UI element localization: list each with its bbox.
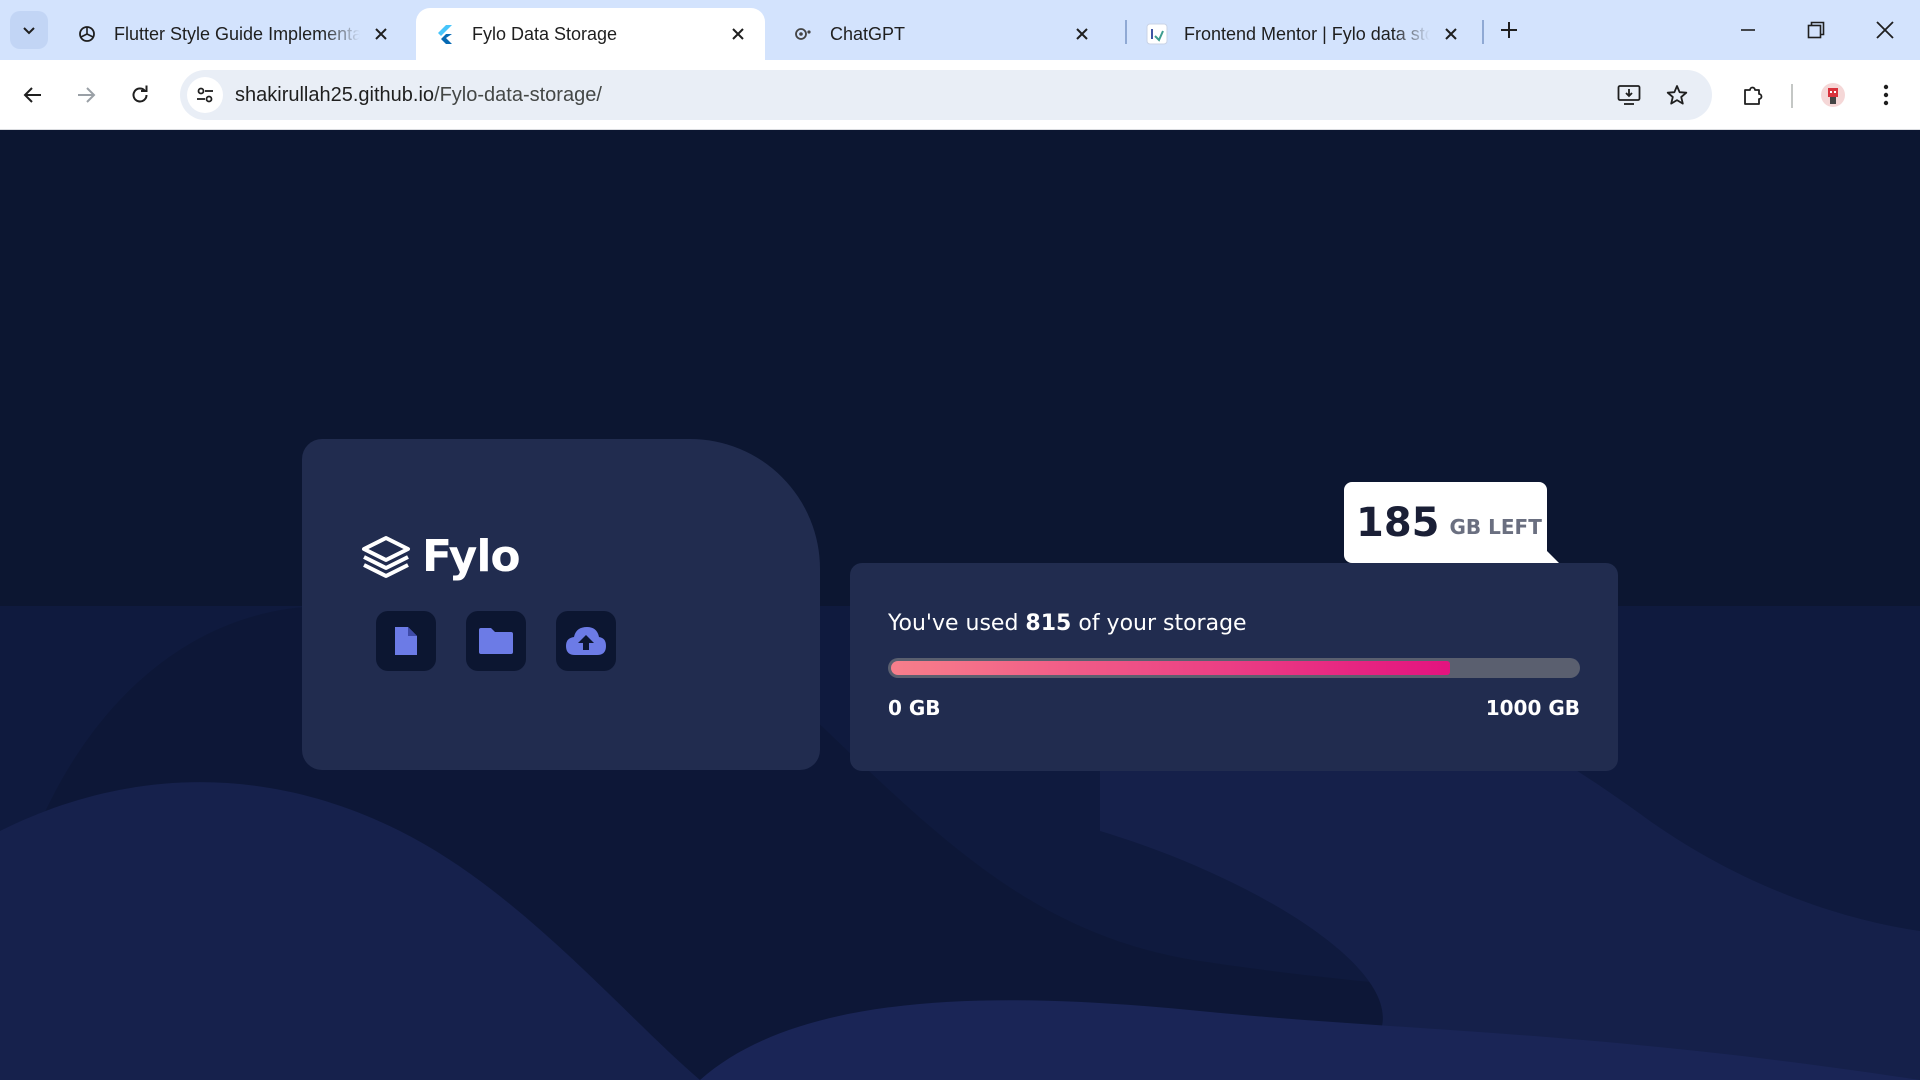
openai-icon <box>76 23 98 45</box>
url-host: shakirullah25.github.io <box>235 83 435 106</box>
install-icon <box>1617 85 1641 105</box>
storage-text-prefix: You've used <box>888 611 1026 636</box>
document-button[interactable] <box>376 611 436 671</box>
profile-avatar[interactable] <box>1815 77 1851 113</box>
frontend-mentor-icon <box>1146 23 1168 45</box>
close-icon[interactable] <box>1069 21 1095 47</box>
storage-max-label: 1000 GB <box>1485 696 1580 720</box>
new-tab-button[interactable] <box>1493 14 1525 46</box>
badge-tail <box>1547 551 1559 563</box>
back-button[interactable] <box>15 77 51 113</box>
brand-card: Fylo <box>302 439 820 770</box>
url-path: /Fylo-data-storage/ <box>434 83 602 106</box>
tab-title: Fylo Data Storage <box>472 23 618 44</box>
folder-icon <box>479 628 513 654</box>
storage-progress-fill <box>891 661 1450 675</box>
arrow-left-icon <box>23 87 41 103</box>
browser-menu-button[interactable] <box>1868 77 1904 113</box>
upload-button[interactable] <box>556 611 616 671</box>
flutter-icon <box>434 23 456 45</box>
tab-title: Frontend Mentor | Fylo data sto <box>1184 23 1430 44</box>
tab-title: Flutter Style Guide Implementat <box>114 23 360 44</box>
more-vertical-icon <box>1883 84 1889 106</box>
address-bar[interactable]: shakirullah25.github.io/Fylo-data-storag… <box>180 70 1712 120</box>
restore-icon <box>1807 21 1825 39</box>
tab-chatgpt[interactable]: ChatGPT <box>774 8 1109 60</box>
tab-separator <box>1482 20 1484 44</box>
document-icon <box>395 627 417 655</box>
storage-min-label: 0 GB <box>888 696 941 720</box>
upload-icon <box>566 627 606 655</box>
close-window-button[interactable] <box>1857 6 1913 54</box>
arrow-right-icon <box>78 87 96 103</box>
tab-search-button[interactable] <box>10 11 48 49</box>
fylo-page: Fylo 185 GB LEFT You've used 815 of your… <box>0 131 1920 1080</box>
storage-left-value: 185 <box>1356 499 1440 546</box>
install-app-button[interactable] <box>1611 77 1647 113</box>
folder-button[interactable] <box>466 611 526 671</box>
storage-card: You've used 815 of your storage 0 GB 100… <box>850 563 1618 771</box>
storage-left-badge: 185 GB LEFT <box>1344 482 1547 563</box>
toolbar-separator <box>1791 84 1793 108</box>
storage-text-suffix: of your storage <box>1071 611 1247 636</box>
chevron-down-icon <box>23 27 35 35</box>
close-icon[interactable] <box>725 21 751 47</box>
reload-icon <box>132 85 148 103</box>
browser-toolbar: shakirullah25.github.io/Fylo-data-storag… <box>0 60 1920 130</box>
storage-progress-bar <box>888 658 1580 678</box>
plus-icon <box>1501 22 1517 38</box>
storage-used-text: You've used 815 of your storage <box>888 611 1247 636</box>
avatar-icon <box>1821 83 1845 107</box>
browser-tab-bar: Flutter Style Guide Implementat Fylo Dat… <box>0 0 1920 60</box>
tab-title: ChatGPT <box>830 23 906 44</box>
restore-button[interactable] <box>1788 6 1844 54</box>
close-icon[interactable] <box>368 21 394 47</box>
extensions-button[interactable] <box>1735 77 1771 113</box>
tab-frontend-mentor[interactable]: Frontend Mentor | Fylo data sto <box>1128 8 1478 60</box>
tab-flutter-guide[interactable]: Flutter Style Guide Implementat <box>58 8 408 60</box>
fylo-logo-icon <box>362 535 410 578</box>
brand-name: Fylo <box>422 531 521 582</box>
forward-button[interactable] <box>68 77 104 113</box>
bookmark-button[interactable] <box>1659 77 1695 113</box>
star-icon <box>1666 85 1688 105</box>
tab-fylo-data-storage[interactable]: Fylo Data Storage <box>416 8 765 60</box>
storage-used-value: 815 <box>1025 611 1072 636</box>
reload-button[interactable] <box>122 77 158 113</box>
close-icon[interactable] <box>1438 21 1464 47</box>
puzzle-icon <box>1744 86 1763 105</box>
minimize-button[interactable] <box>1720 6 1776 54</box>
chatgpt-icon <box>792 23 814 45</box>
close-icon <box>1876 21 1894 39</box>
storage-left-unit: GB LEFT <box>1449 514 1542 539</box>
tab-separator <box>1125 20 1127 44</box>
site-settings-icon[interactable] <box>187 77 223 113</box>
minimize-icon <box>1741 29 1755 31</box>
url-text[interactable]: shakirullah25.github.io/Fylo-data-storag… <box>235 84 602 107</box>
fylo-logo: Fylo <box>360 531 521 582</box>
